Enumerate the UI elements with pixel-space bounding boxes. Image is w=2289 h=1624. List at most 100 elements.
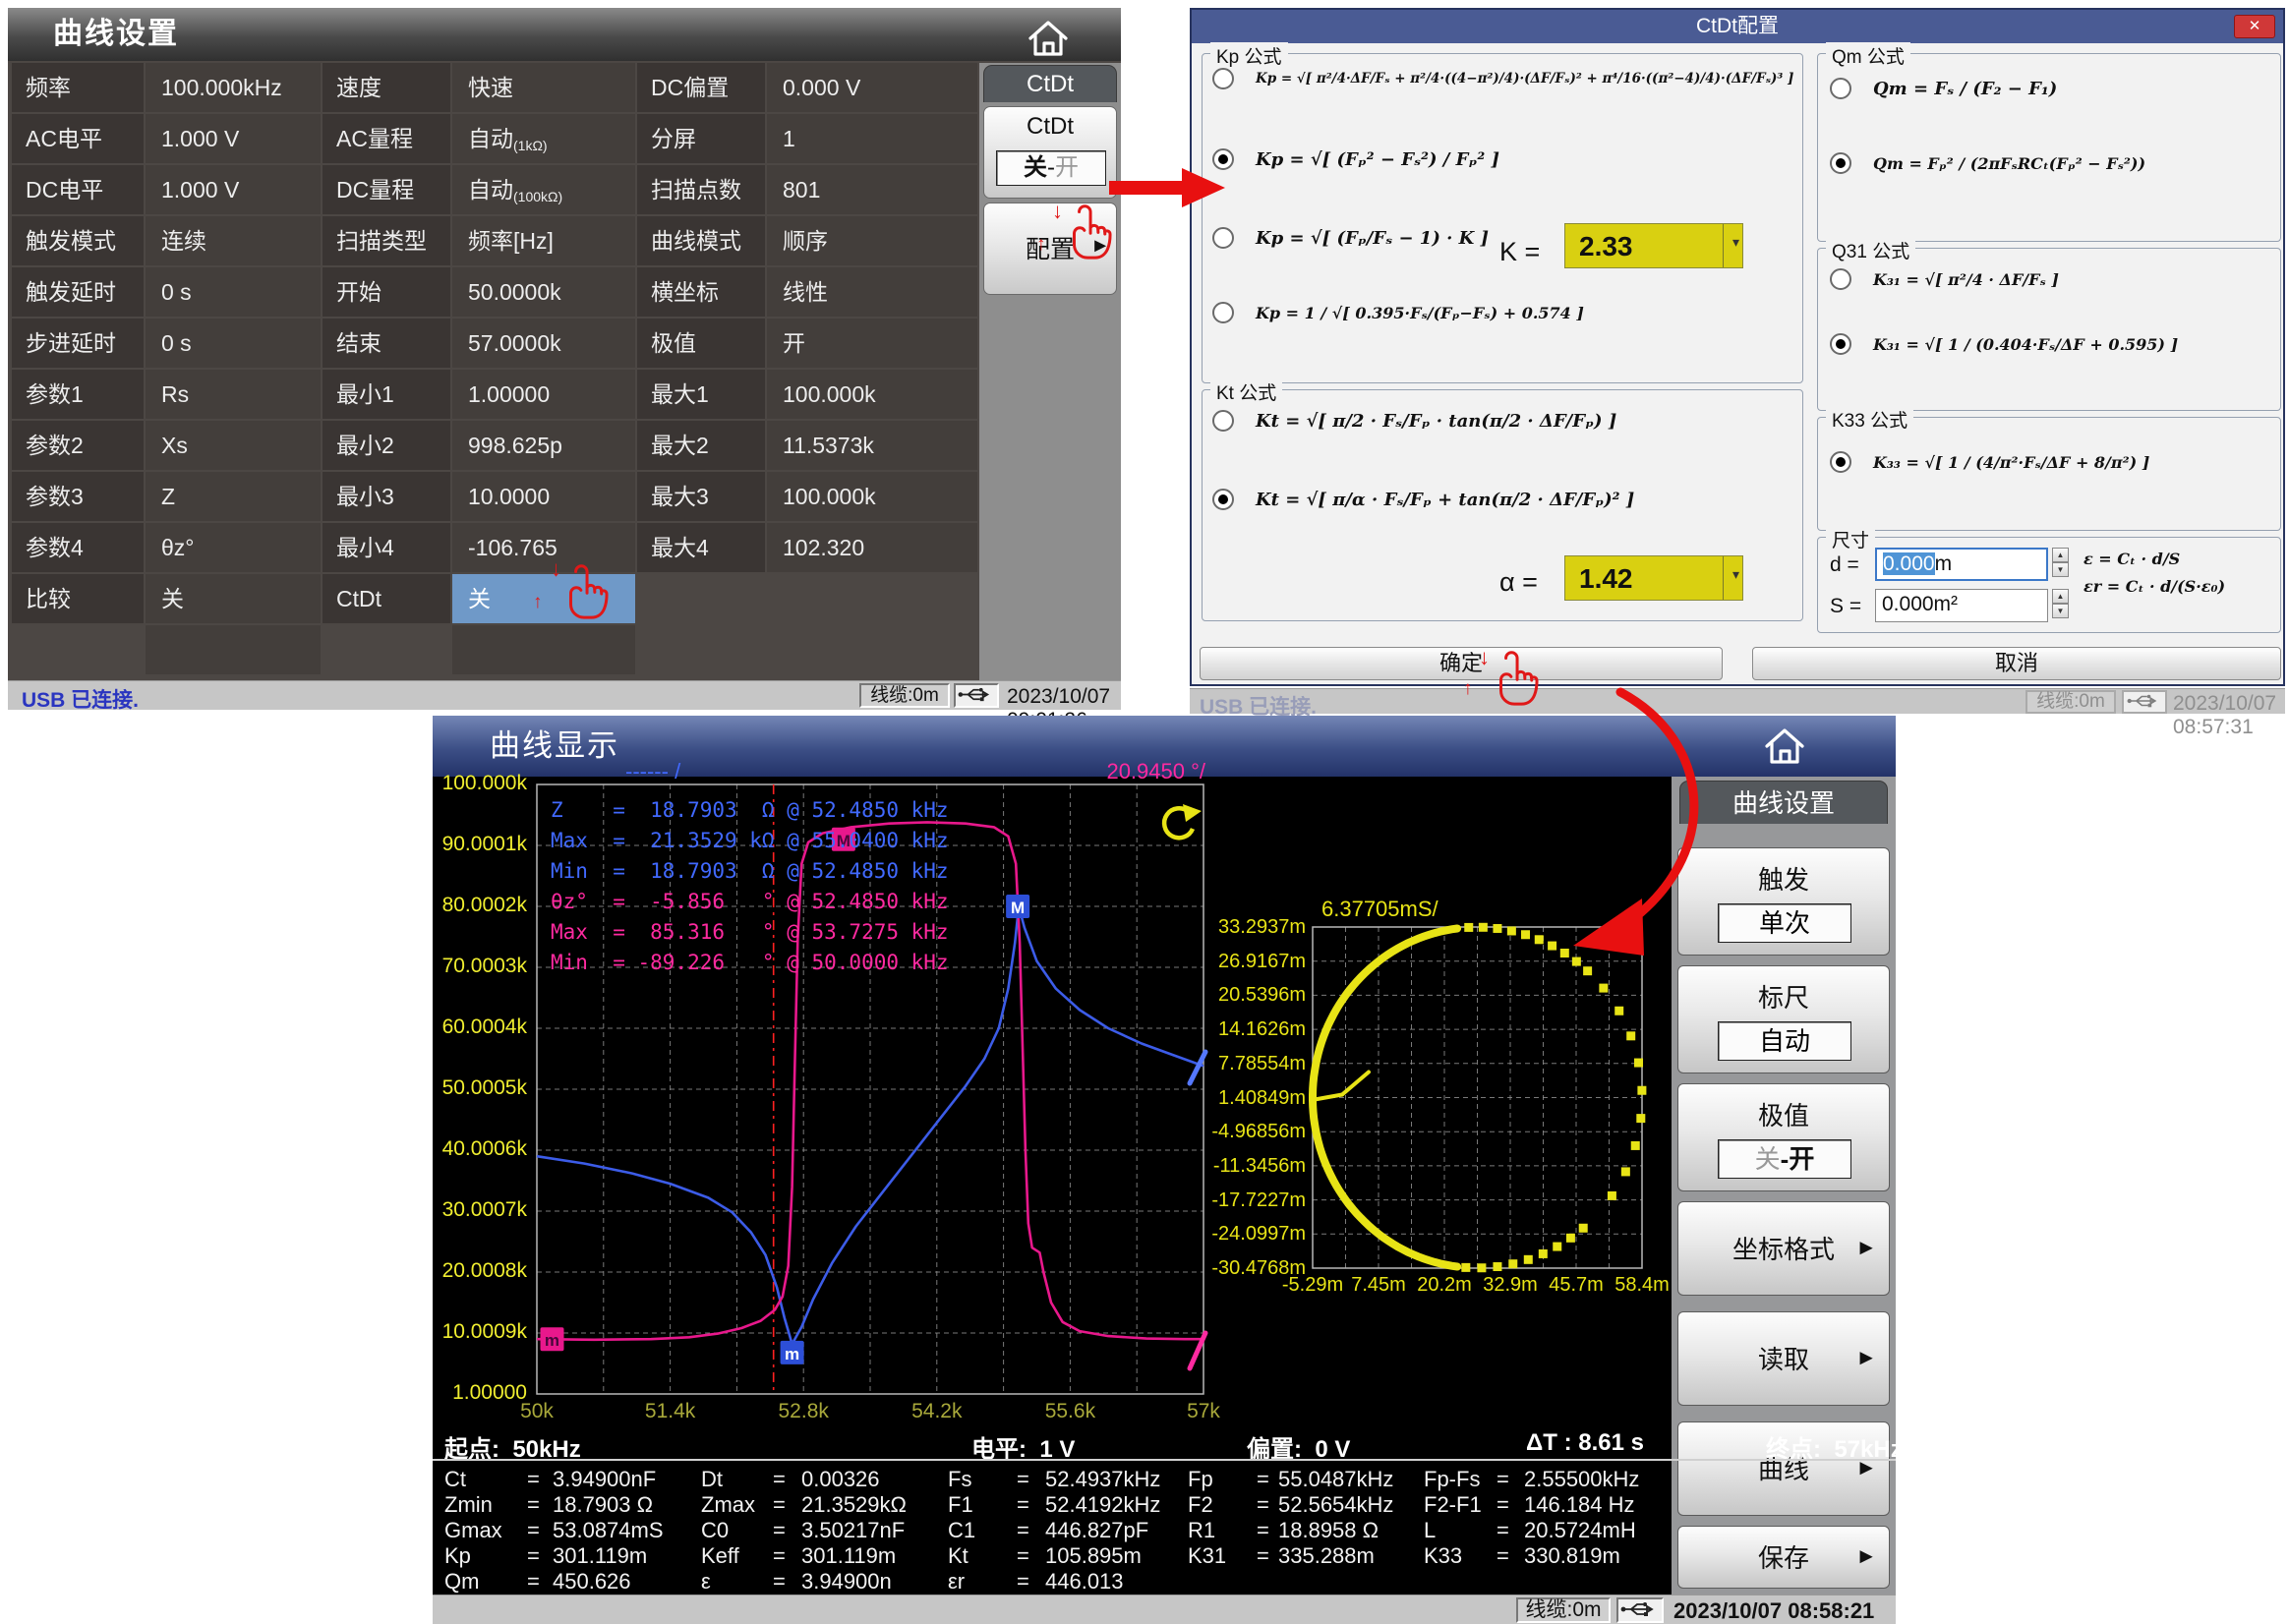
setting-value-cell[interactable]: 1.000 V: [146, 165, 321, 214]
dialog-titlebar[interactable]: CtDt配置: [1192, 10, 2283, 43]
qm-option-1[interactable]: Qm = Fₛ / (F₂ − F₁): [1830, 78, 2057, 99]
setting-value-cell[interactable]: 1.00000: [452, 370, 635, 419]
kp-option-4[interactable]: Kp = 1 / √[ 0.395·Fₛ/(Fₚ−Fₛ) + 0.574 ]: [1212, 302, 1584, 323]
ruler-button[interactable]: 标尺 自动: [1677, 965, 1890, 1073]
setting-value-cell[interactable]: 50.0000k: [452, 267, 635, 317]
trigger-value-box[interactable]: 单次: [1718, 903, 1851, 943]
ok-button[interactable]: 确定: [1200, 647, 1723, 680]
s-input[interactable]: 0.000m²: [1875, 589, 2048, 622]
close-icon[interactable]: ✕: [2234, 15, 2275, 38]
kp-formula-4: Kp = 1 / √[ 0.395·Fₛ/(Fₚ−Fₛ) + 0.574 ]: [1256, 304, 1584, 322]
extreme-button[interactable]: 极值 关-开: [1677, 1083, 1890, 1191]
setting-value-cell[interactable]: 10.0000: [452, 472, 635, 521]
setting-label-cell: 触发延时: [12, 267, 144, 317]
ctdt-highlighted-cell[interactable]: 关: [452, 574, 635, 623]
home-icon[interactable]: [1762, 725, 1807, 767]
qm-option-2[interactable]: Qm = Fₚ² / (2πFₛRCₜ(Fₚ² − Fₛ²)): [1830, 152, 2145, 174]
setting-value-cell[interactable]: 自动(1kΩ): [452, 114, 635, 163]
setting-value-cell[interactable]: 开: [767, 319, 977, 368]
d-input[interactable]: 0.000m: [1875, 548, 2048, 581]
radio-checked-icon[interactable]: [1212, 489, 1234, 510]
kp-option-2[interactable]: Kp = √[ (Fₚ² − Fₛ²) / Fₚ² ]: [1212, 148, 1499, 170]
extreme-value-box[interactable]: 关-开: [1718, 1139, 1851, 1179]
radio-icon[interactable]: [1830, 78, 1851, 99]
readout-z-max: Max = 21.3529 kΩ @ 55.0400 kHz: [551, 829, 949, 852]
setting-value-cell[interactable]: -106.765: [452, 523, 635, 572]
setting-value-cell[interactable]: 连续: [146, 216, 321, 265]
result-value: 105.895m: [1045, 1543, 1142, 1569]
menu-tab-curve-settings[interactable]: 曲线设置: [1679, 781, 1888, 824]
q31-option-2[interactable]: K₃₁ = √[ 1 / (0.404·Fₛ/ΔF + 0.595) ]: [1830, 333, 2178, 355]
trigger-button[interactable]: 触发 单次: [1677, 847, 1890, 956]
alpha-coeff-combo[interactable]: 1.42: [1564, 555, 1743, 601]
q31-option-1[interactable]: K₃₁ = √[ π²/4 · ΔF/Fₛ ]: [1830, 268, 2059, 290]
setting-value-cell[interactable]: 11.5373k: [767, 421, 977, 470]
menu-tab-ctdt[interactable]: CtDt: [983, 65, 1117, 102]
setting-value-cell[interactable]: 1: [767, 114, 977, 163]
setting-value-cell[interactable]: θz°: [146, 523, 321, 572]
s-spinner[interactable]: ▲▼: [2052, 589, 2069, 618]
cancel-button[interactable]: 取消: [1752, 647, 2281, 680]
k-coeff-combo[interactable]: 2.33: [1564, 223, 1743, 268]
radio-checked-icon[interactable]: [1830, 451, 1851, 473]
spin-down-icon[interactable]: ▼: [2052, 562, 2069, 577]
setting-value-cell[interactable]: 100.000kHz: [146, 63, 321, 112]
coord-format-button[interactable]: 坐标格式 ►: [1677, 1201, 1890, 1296]
k33-option-1[interactable]: K₃₃ = √[ 1 / (4/π²·Fₛ/ΔF + 8/π²) ]: [1830, 451, 2149, 473]
setting-value-cell[interactable]: 801: [767, 165, 977, 214]
setting-value-cell[interactable]: 100.000k: [767, 370, 977, 419]
setting-value-cell[interactable]: 0.000 V: [767, 63, 977, 112]
setting-value-cell[interactable]: 顺序: [767, 216, 977, 265]
setting-value-cell[interactable]: 0 s: [146, 319, 321, 368]
d-input-selected-text: 0.000: [1883, 552, 1935, 575]
kp-option-1[interactable]: Kp = √[ π²/4·ΔF/Fₛ + π²/4·((4−π²)/4)·(ΔF…: [1212, 68, 1793, 89]
result-name: L: [1424, 1518, 1436, 1543]
setting-value-cell[interactable]: 100.000k: [767, 472, 977, 521]
chevron-down-icon[interactable]: [1723, 224, 1742, 267]
result-name: F1: [948, 1492, 973, 1518]
read-button[interactable]: 读取 ►: [1677, 1311, 1890, 1406]
spin-down-icon[interactable]: ▼: [2052, 604, 2069, 618]
setting-value-cell[interactable]: 1.000 V: [146, 114, 321, 163]
radio-icon[interactable]: [1212, 68, 1234, 89]
setting-value-cell[interactable]: 线性: [767, 267, 977, 317]
setting-label-cell: DC量程: [323, 165, 450, 214]
radio-icon[interactable]: [1212, 410, 1234, 432]
equals-sign: =: [1017, 1492, 1029, 1518]
radio-icon[interactable]: [1212, 227, 1234, 249]
radio-checked-icon[interactable]: [1830, 333, 1851, 355]
spin-up-icon[interactable]: ▲: [2052, 548, 2069, 562]
d-spinner[interactable]: ▲▼: [2052, 548, 2069, 577]
setting-value-cell[interactable]: 998.625p: [452, 421, 635, 470]
kp-option-3[interactable]: Kp = √[ (Fₚ/Fₛ − 1) · K ]: [1212, 227, 1489, 249]
kt-option-1[interactable]: Kt = √[ π/2 · Fₛ/Fₚ · tan(π/2 · ΔF/Fₚ) ]: [1212, 410, 1616, 432]
radio-icon[interactable]: [1212, 302, 1234, 323]
setting-value-cell[interactable]: 57.0000k: [452, 319, 635, 368]
radio-icon[interactable]: [1830, 268, 1851, 290]
home-icon[interactable]: [1026, 18, 1071, 59]
setting-value-cell[interactable]: 频率[Hz]: [452, 216, 635, 265]
setting-label-cell: 比较: [12, 574, 144, 623]
setting-value-cell[interactable]: Rs: [146, 370, 321, 419]
ruler-value-box[interactable]: 自动: [1718, 1021, 1851, 1061]
setting-value-cell[interactable]: 102.320: [767, 523, 977, 572]
setting-value-cell[interactable]: Xs: [146, 421, 321, 470]
setting-value-cell[interactable]: 自动(100kΩ): [452, 165, 635, 214]
spin-up-icon[interactable]: ▲: [2052, 589, 2069, 604]
setting-value-cell[interactable]: Z: [146, 472, 321, 521]
radio-checked-icon[interactable]: [1830, 152, 1851, 174]
radio-checked-icon[interactable]: [1212, 148, 1234, 170]
setting-value-cell[interactable]: 关: [146, 574, 321, 623]
setting-value-cell[interactable]: 0 s: [146, 267, 321, 317]
chevron-down-icon[interactable]: [1723, 556, 1742, 600]
equals-sign: =: [1017, 1518, 1029, 1543]
kt-option-2[interactable]: Kt = √[ π/α · Fₛ/Fₚ + tan(π/2 · ΔF/Fₚ)² …: [1212, 489, 1634, 510]
q31-formula-group: Q31 公式 K₃₁ = √[ π²/4 · ΔF/Fₛ ] K₃₁ = √[ …: [1817, 248, 2281, 411]
kp-formula-2: Kp = √[ (Fₚ² − Fₛ²) / Fₚ² ]: [1256, 149, 1499, 170]
ctdt-config-button[interactable]: 配置 ►: [983, 203, 1117, 295]
k-coeff-value: 2.33: [1579, 224, 1633, 269]
setting-label-cell: 结束: [323, 319, 450, 368]
ctdt-toggle-button[interactable]: CtDt 关-开: [983, 106, 1117, 199]
ctdt-on-off-box[interactable]: 关-开: [996, 150, 1106, 186]
setting-value-cell[interactable]: 快速: [452, 63, 635, 112]
